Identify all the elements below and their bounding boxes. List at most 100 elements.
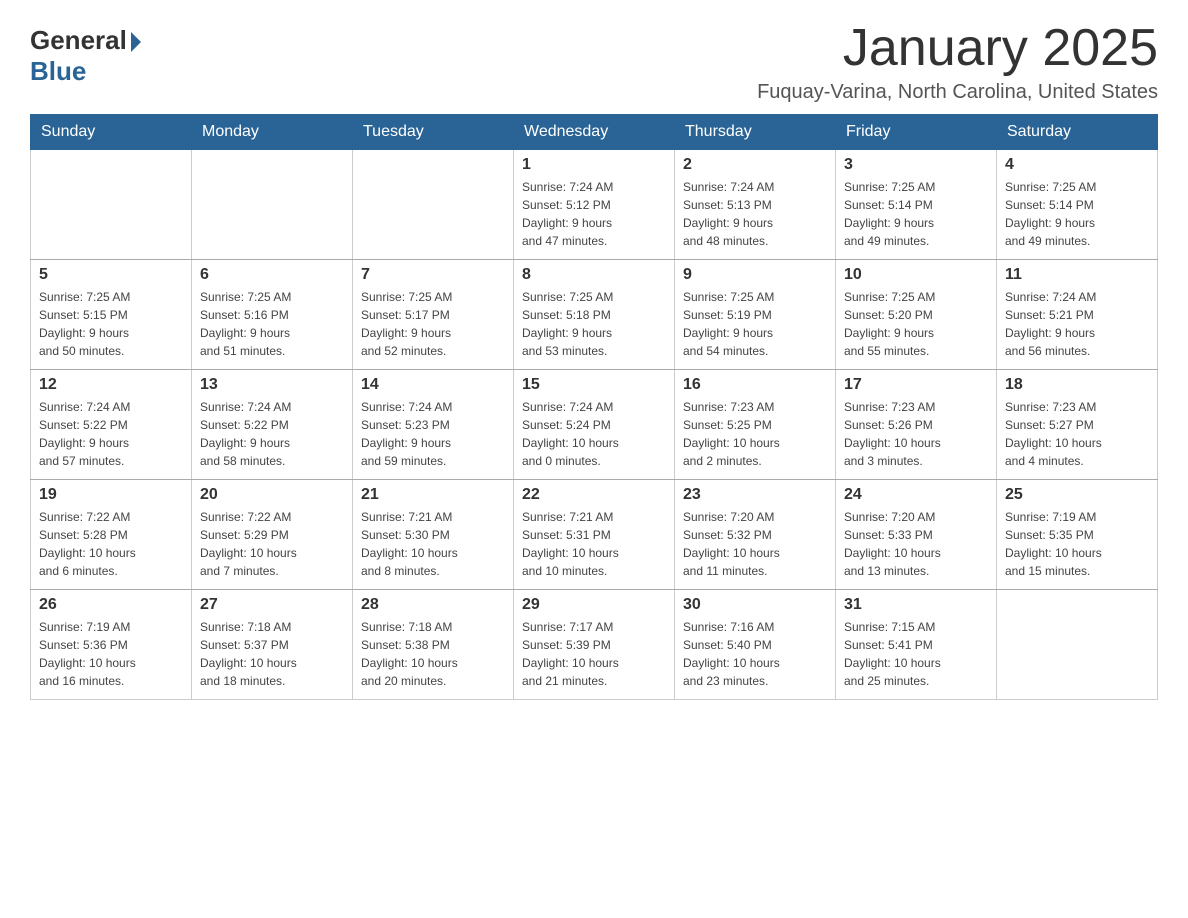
calendar-cell: 29Sunrise: 7:17 AM Sunset: 5:39 PM Dayli… [514,590,675,700]
day-info: Sunrise: 7:24 AM Sunset: 5:22 PM Dayligh… [200,398,344,470]
day-info: Sunrise: 7:19 AM Sunset: 5:35 PM Dayligh… [1005,508,1149,580]
day-number: 23 [683,486,827,504]
calendar-cell: 4 Sunrise: 7:25 AM Sunset: 5:14 PM Daylig… [997,150,1158,260]
calendar-body: 1 Sunrise: 7:24 AM Sunset: 5:12 PM Daylig… [31,150,1158,700]
day-of-week-header: Sunday [31,115,192,150]
calendar-cell: 18Sunrise: 7:23 AM Sunset: 5:27 PM Dayli… [997,370,1158,480]
day-of-week-header: Friday [836,115,997,150]
calendar-cell: 23 Sunrise: 7:20 AM Sunset: 5:32 PM Dayli… [675,480,836,590]
day-number: 30 [683,596,827,614]
month-title: January 2025 [757,20,1158,77]
calendar-cell: 7Sunrise: 7:25 AM Sunset: 5:17 PM Daylig… [353,260,514,370]
day-of-week-header: Saturday [997,115,1158,150]
day-number: 21 [361,486,505,504]
day-info: Sunrise: 7:23 AM Sunset: 5:27 PM Dayligh… [1005,398,1149,470]
day-info: Sunrise: 7:20 AM Sunset: 5:33 PM Dayligh… [844,508,988,580]
days-of-week-row: SundayMondayTuesdayWednesdayThursdayFrid… [31,115,1158,150]
calendar-cell: 12 Sunrise: 7:24 AM Sunset: 5:22 PM Dayli… [31,370,192,480]
calendar-cell [997,590,1158,700]
day-number: 28 [361,596,505,614]
day-of-week-header: Tuesday [353,115,514,150]
day-info: Sunrise: 7:15 AM Sunset: 5:41 PM Dayligh… [844,618,988,690]
day-number: 7 [361,266,505,284]
day-number: 31 [844,596,988,614]
calendar-cell: 13Sunrise: 7:24 AM Sunset: 5:22 PM Dayli… [192,370,353,480]
calendar-header: SundayMondayTuesdayWednesdayThursdayFrid… [31,115,1158,150]
logo-blue-text: Blue [30,56,86,87]
day-info: Sunrise: 7:25 AM Sunset: 5:19 PM Dayligh… [683,288,827,360]
day-number: 3 [844,156,988,174]
calendar-cell [192,150,353,260]
day-info: Sunrise: 7:25 AM Sunset: 5:14 PM Dayligh… [844,178,988,250]
day-number: 1 [522,156,666,174]
day-number: 8 [522,266,666,284]
day-number: 26 [39,596,183,614]
day-info: Sunrise: 7:24 AM Sunset: 5:12 PM Dayligh… [522,178,666,250]
calendar-cell: 3 Sunrise: 7:25 AM Sunset: 5:14 PM Daylig… [836,150,997,260]
calendar-cell: 24 Sunrise: 7:20 AM Sunset: 5:33 PM Dayli… [836,480,997,590]
day-number: 19 [39,486,183,504]
day-number: 14 [361,376,505,394]
day-info: Sunrise: 7:24 AM Sunset: 5:21 PM Dayligh… [1005,288,1149,360]
calendar-week-row: 19 Sunrise: 7:22 AM Sunset: 5:28 PM Dayli… [31,480,1158,590]
calendar-cell: 10Sunrise: 7:25 AM Sunset: 5:20 PM Dayli… [836,260,997,370]
day-info: Sunrise: 7:16 AM Sunset: 5:40 PM Dayligh… [683,618,827,690]
logo-general-text: General [30,25,141,56]
day-info: Sunrise: 7:22 AM Sunset: 5:29 PM Dayligh… [200,508,344,580]
calendar-cell: 9Sunrise: 7:25 AM Sunset: 5:19 PM Daylig… [675,260,836,370]
calendar-cell: 14 Sunrise: 7:24 AM Sunset: 5:23 PM Dayli… [353,370,514,480]
calendar-cell: 22Sunrise: 7:21 AM Sunset: 5:31 PM Dayli… [514,480,675,590]
day-info: Sunrise: 7:21 AM Sunset: 5:30 PM Dayligh… [361,508,505,580]
day-number: 4 [1005,156,1149,174]
calendar-cell: 26 Sunrise: 7:19 AM Sunset: 5:36 PM Dayli… [31,590,192,700]
calendar-cell: 6Sunrise: 7:25 AM Sunset: 5:16 PM Daylig… [192,260,353,370]
calendar-cell: 17Sunrise: 7:23 AM Sunset: 5:26 PM Dayli… [836,370,997,480]
day-info: Sunrise: 7:24 AM Sunset: 5:24 PM Dayligh… [522,398,666,470]
day-number: 25 [1005,486,1149,504]
calendar-week-row: 26 Sunrise: 7:19 AM Sunset: 5:36 PM Dayli… [31,590,1158,700]
day-info: Sunrise: 7:19 AM Sunset: 5:36 PM Dayligh… [39,618,183,690]
day-number: 20 [200,486,344,504]
day-number: 2 [683,156,827,174]
page-header: General Blue January 2025 Fuquay-Varina,… [30,20,1158,104]
calendar-cell: 19 Sunrise: 7:22 AM Sunset: 5:28 PM Dayli… [31,480,192,590]
logo: General Blue [30,20,141,87]
day-number: 29 [522,596,666,614]
calendar-cell: 25 Sunrise: 7:19 AM Sunset: 5:35 PM Dayli… [997,480,1158,590]
day-number: 11 [1005,266,1149,284]
day-info: Sunrise: 7:25 AM Sunset: 5:16 PM Dayligh… [200,288,344,360]
day-number: 27 [200,596,344,614]
day-info: Sunrise: 7:24 AM Sunset: 5:23 PM Dayligh… [361,398,505,470]
day-info: Sunrise: 7:25 AM Sunset: 5:18 PM Dayligh… [522,288,666,360]
day-number: 12 [39,376,183,394]
location-title: Fuquay-Varina, North Carolina, United St… [757,81,1158,104]
day-info: Sunrise: 7:18 AM Sunset: 5:38 PM Dayligh… [361,618,505,690]
calendar-cell [353,150,514,260]
day-info: Sunrise: 7:23 AM Sunset: 5:25 PM Dayligh… [683,398,827,470]
calendar-cell: 21 Sunrise: 7:21 AM Sunset: 5:30 PM Dayli… [353,480,514,590]
calendar-cell: 30 Sunrise: 7:16 AM Sunset: 5:40 PM Dayli… [675,590,836,700]
day-info: Sunrise: 7:25 AM Sunset: 5:14 PM Dayligh… [1005,178,1149,250]
day-info: Sunrise: 7:22 AM Sunset: 5:28 PM Dayligh… [39,508,183,580]
calendar-cell: 28 Sunrise: 7:18 AM Sunset: 5:38 PM Dayli… [353,590,514,700]
title-section: January 2025 Fuquay-Varina, North Caroli… [757,20,1158,104]
calendar-cell: 2Sunrise: 7:24 AM Sunset: 5:13 PM Daylig… [675,150,836,260]
calendar-cell: 15Sunrise: 7:24 AM Sunset: 5:24 PM Dayli… [514,370,675,480]
day-info: Sunrise: 7:21 AM Sunset: 5:31 PM Dayligh… [522,508,666,580]
calendar-cell: 20 Sunrise: 7:22 AM Sunset: 5:29 PM Dayli… [192,480,353,590]
calendar-table: SundayMondayTuesdayWednesdayThursdayFrid… [30,114,1158,700]
calendar-cell: 1 Sunrise: 7:24 AM Sunset: 5:12 PM Daylig… [514,150,675,260]
day-info: Sunrise: 7:20 AM Sunset: 5:32 PM Dayligh… [683,508,827,580]
day-info: Sunrise: 7:25 AM Sunset: 5:15 PM Dayligh… [39,288,183,360]
day-number: 16 [683,376,827,394]
day-info: Sunrise: 7:25 AM Sunset: 5:20 PM Dayligh… [844,288,988,360]
calendar-week-row: 1 Sunrise: 7:24 AM Sunset: 5:12 PM Daylig… [31,150,1158,260]
calendar-cell: 11 Sunrise: 7:24 AM Sunset: 5:21 PM Dayli… [997,260,1158,370]
day-of-week-header: Wednesday [514,115,675,150]
day-number: 5 [39,266,183,284]
calendar-cell: 31 Sunrise: 7:15 AM Sunset: 5:41 PM Dayli… [836,590,997,700]
day-info: Sunrise: 7:24 AM Sunset: 5:22 PM Dayligh… [39,398,183,470]
calendar-cell: 16 Sunrise: 7:23 AM Sunset: 5:25 PM Dayli… [675,370,836,480]
day-number: 24 [844,486,988,504]
day-number: 17 [844,376,988,394]
